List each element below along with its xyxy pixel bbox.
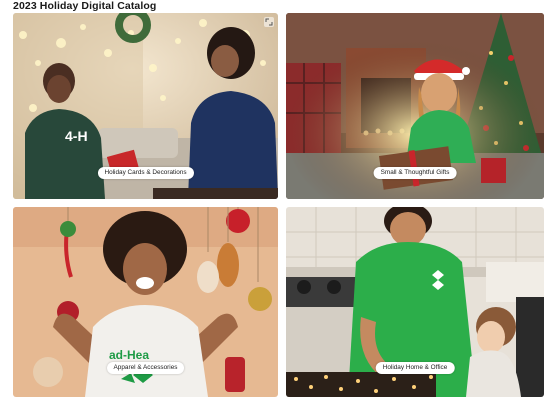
tile-small-gifts[interactable]: Small & Thoughtful Gifts [286, 13, 544, 199]
tile-home-office[interactable]: Holiday Home & Office [286, 207, 544, 397]
tile-label[interactable]: Holiday Home & Office [375, 362, 455, 374]
tile-label[interactable]: Holiday Cards & Decorations [97, 167, 194, 179]
sweater-print: 4-H [65, 128, 88, 144]
tile-holiday-cards[interactable]: 4-H Holiday Cards & Decorations [13, 13, 278, 199]
tile-apparel[interactable]: ad-Hea Apparel & Accessories [13, 207, 278, 397]
tile-label[interactable]: Small & Thoughtful Gifts [373, 167, 457, 179]
expand-button[interactable] [264, 17, 274, 27]
tile-label[interactable]: Apparel & Accessories [106, 362, 185, 374]
shirt-print: ad-Hea [109, 348, 149, 362]
catalog-title: 2023 Holiday Digital Catalog [13, 0, 157, 12]
expand-icon [265, 18, 273, 26]
